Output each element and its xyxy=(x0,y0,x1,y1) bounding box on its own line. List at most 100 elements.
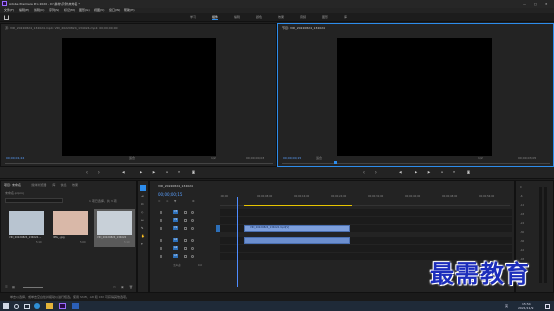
task-view-icon[interactable] xyxy=(24,303,30,309)
audio-clip[interactable] xyxy=(244,237,350,244)
slip-tool-icon[interactable]: ↔ xyxy=(141,219,144,222)
track-toggle-icon[interactable] xyxy=(184,227,187,230)
track-lane[interactable] xyxy=(220,245,512,252)
project-tab-2[interactable]: 库 xyxy=(52,184,55,187)
track-eye-icon[interactable] xyxy=(191,219,194,222)
track-toggle-icon[interactable] xyxy=(184,239,187,242)
menu-item-4[interactable]: 标记(M) xyxy=(64,9,75,12)
project-tab-4[interactable]: 效果 xyxy=(72,184,78,187)
list-view-icon[interactable]: ☰ xyxy=(5,286,8,289)
export-frame-icon[interactable]: ◙ xyxy=(467,171,470,174)
program-scrubber[interactable] xyxy=(282,163,550,164)
track-lock-icon[interactable] xyxy=(160,219,162,222)
menu-item-8[interactable]: 帮助(H) xyxy=(124,9,135,12)
menu-item-0[interactable]: 文件(F) xyxy=(4,9,14,12)
track-lane[interactable] xyxy=(220,217,512,224)
program-mark-out-icon[interactable]: } xyxy=(375,171,377,174)
workspace-tab-3[interactable]: 颜色 xyxy=(256,16,262,19)
razor-tool-icon[interactable]: ◇ xyxy=(141,211,143,214)
workspace-tab-6[interactable]: 图形 xyxy=(322,16,328,19)
input-language[interactable]: 英 xyxy=(505,304,508,308)
new-bin-icon[interactable]: ▭ xyxy=(113,286,116,289)
lift-icon[interactable]: ⊔ xyxy=(441,171,443,174)
insert-icon[interactable]: ⊔ xyxy=(166,171,168,174)
play-icon[interactable]: ▶ xyxy=(140,171,142,174)
track-eye-icon[interactable] xyxy=(191,247,194,250)
work-area-bar[interactable] xyxy=(244,205,352,206)
program-step-back-icon[interactable]: ◀| xyxy=(399,171,402,174)
track-eye-icon[interactable] xyxy=(191,211,194,214)
track-header-V2[interactable]: V2 xyxy=(173,218,179,222)
menu-item-5[interactable]: 图形(G) xyxy=(79,9,90,12)
new-item-icon[interactable]: ▣ xyxy=(121,286,124,289)
project-tab-0[interactable]: 项目: 未命名 xyxy=(4,184,21,187)
icon-view-icon[interactable]: ▦ xyxy=(12,286,15,289)
track-lane[interactable] xyxy=(220,209,512,216)
program-monitor-tab[interactable]: 节目: VID_20220824_134024 xyxy=(282,27,325,30)
workspace-tab-7[interactable]: 库 xyxy=(344,16,347,19)
source-timecode[interactable]: 00;00;01;24 xyxy=(6,157,24,160)
step-back-icon[interactable]: ◀| xyxy=(122,171,125,174)
program-play-icon[interactable]: ▶ xyxy=(415,171,417,174)
track-toggle-icon[interactable] xyxy=(184,255,187,258)
source-scrubber[interactable] xyxy=(5,163,273,164)
track-toggle-icon[interactable] xyxy=(184,211,187,214)
source-patch-v1[interactable] xyxy=(216,225,220,232)
zoom-slider[interactable] xyxy=(23,287,43,288)
track-toggle-icon[interactable] xyxy=(184,247,187,250)
track-select-tool-icon[interactable]: ⇥ xyxy=(141,195,144,198)
hand-tool-icon[interactable]: ✋ xyxy=(141,235,145,238)
timeline-playhead[interactable] xyxy=(237,197,239,287)
timeline-timecode[interactable]: 00;00;00;15 xyxy=(158,193,182,197)
program-playhead-icon[interactable] xyxy=(334,161,337,164)
menu-item-3[interactable]: 序列(S) xyxy=(49,9,59,12)
clock-date[interactable]: 2021/11/9 xyxy=(518,306,533,310)
track-lock-icon[interactable] xyxy=(160,255,162,258)
project-tab-3[interactable]: 信息 xyxy=(61,184,67,187)
program-resolution[interactable]: 1/2 xyxy=(478,157,483,160)
ripple-edit-tool-icon[interactable]: ⇔ xyxy=(141,203,144,206)
close-button[interactable]: ✕ xyxy=(545,2,548,6)
extract-icon[interactable]: ⊓ xyxy=(453,171,455,174)
premiere-task-icon[interactable] xyxy=(59,303,66,309)
project-tab-1[interactable]: 媒体浏览器 xyxy=(31,184,46,187)
mix-value[interactable]: 0.0 xyxy=(198,264,202,268)
track-eye-icon[interactable] xyxy=(191,255,194,258)
program-timecode[interactable]: 00;00;00;15 xyxy=(283,157,301,160)
maximize-button[interactable]: □ xyxy=(534,2,537,6)
menu-item-7[interactable]: 窗口(W) xyxy=(109,9,120,12)
menu-item-6[interactable]: 视图(V) xyxy=(94,9,104,12)
mark-in-icon[interactable]: { xyxy=(86,171,88,174)
project-item[interactable]: VID_20220824_134024 5:10 xyxy=(94,209,135,247)
overwrite-icon[interactable]: ⊓ xyxy=(178,171,180,174)
menu-item-1[interactable]: 编辑(E) xyxy=(19,9,29,12)
workspace-tab-4[interactable]: 效果 xyxy=(278,16,284,19)
workspace-tab-0[interactable]: 学习 xyxy=(190,16,196,19)
track-toggle-icon[interactable] xyxy=(184,219,187,222)
source-fit-dropdown[interactable]: 适合 xyxy=(129,157,135,160)
search-icon[interactable] xyxy=(14,303,19,309)
add-marker-icon[interactable]: ▼ xyxy=(174,200,176,203)
settings-icon[interactable]: ⚙ xyxy=(192,200,195,203)
source-resolution[interactable]: 1/2 xyxy=(211,157,216,160)
step-forward-icon[interactable]: |▶ xyxy=(152,171,155,174)
track-header-V3[interactable]: V3 xyxy=(173,210,179,214)
delete-icon[interactable]: 🗑 xyxy=(129,286,133,289)
timeline-tab[interactable]: VID_20220824_134024 xyxy=(158,185,193,188)
track-lock-icon[interactable] xyxy=(160,247,162,250)
track-header-V1[interactable]: V1 xyxy=(173,226,179,230)
camera-icon[interactable]: ◙ xyxy=(192,171,195,174)
minimize-button[interactable]: — xyxy=(523,2,526,6)
workspace-tab-1[interactable]: 组件 xyxy=(212,16,219,20)
menu-item-2[interactable]: 剪辑(C) xyxy=(34,9,44,12)
start-icon[interactable] xyxy=(3,303,9,309)
program-fit-dropdown[interactable]: 适合 xyxy=(316,157,322,160)
workspace-tab-2[interactable]: 编辑 xyxy=(234,16,240,19)
project-search-input[interactable] xyxy=(5,198,63,203)
track-lock-icon[interactable] xyxy=(160,211,162,214)
program-step-forward-icon[interactable]: |▶ xyxy=(427,171,430,174)
source-monitor-tab[interactable]: 源: VID_20220824_134024.mp4: VID_20220824… xyxy=(5,27,118,30)
file-explorer-icon[interactable] xyxy=(46,303,53,309)
linked-selection-icon[interactable]: ∞ xyxy=(166,200,169,203)
track-header-A2[interactable]: A2 xyxy=(173,246,179,250)
